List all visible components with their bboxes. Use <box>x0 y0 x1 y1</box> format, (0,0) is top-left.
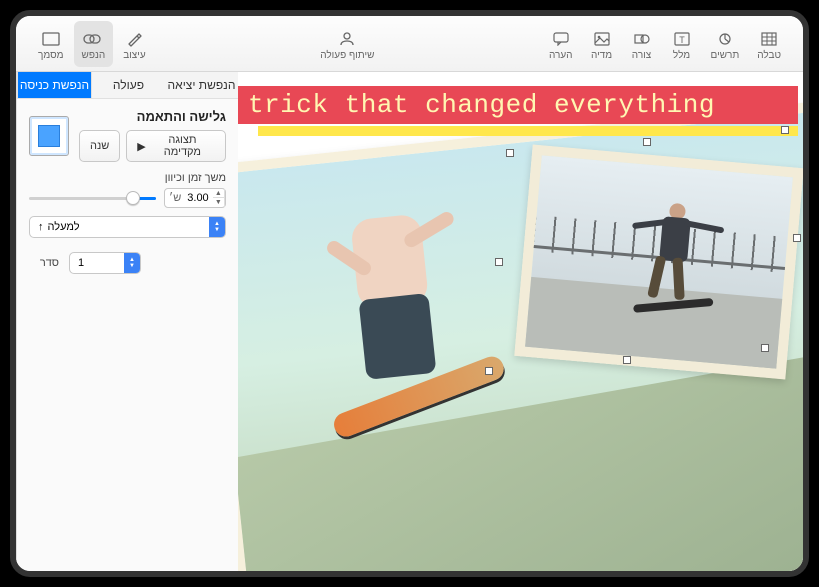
effect-preview-thumb[interactable] <box>29 116 69 156</box>
chevron-up-icon[interactable]: ▲ <box>213 189 224 198</box>
document-button[interactable]: מסמך <box>30 21 72 67</box>
duration-field[interactable]: ▲ ▼ 3.00 ש׳ <box>164 188 226 208</box>
duration-slider[interactable] <box>29 189 156 207</box>
skater-foreground <box>287 176 513 455</box>
select-arrows-icon: ▲▼ <box>209 217 225 237</box>
select-arrows-icon: ▲▼ <box>124 253 140 273</box>
selection-handle[interactable] <box>623 356 631 364</box>
arrow-up-icon: ↑ <box>38 221 44 233</box>
animate-icon <box>83 29 103 49</box>
slider-thumb[interactable] <box>126 191 140 205</box>
collaborate-icon <box>337 29 357 49</box>
order-select[interactable]: 1 ▲▼ <box>69 252 141 274</box>
inset-photo-selected[interactable] <box>514 145 803 380</box>
selection-handle[interactable] <box>761 344 769 352</box>
text-button[interactable]: T מלל <box>663 21 701 67</box>
media-button[interactable]: מדיה <box>583 21 621 67</box>
selection-handle[interactable] <box>643 138 651 146</box>
selection-handle[interactable] <box>781 126 789 134</box>
inspector-sidebar: הנפשת כניסה פעולה הנפשת יציאה גלישה והתא… <box>16 72 238 571</box>
effect-square-icon <box>38 125 60 147</box>
tab-build-out[interactable]: הנפשת יציאה <box>165 72 238 98</box>
media-icon <box>592 29 612 49</box>
table-button[interactable]: טבלה <box>749 21 789 67</box>
shape-icon <box>632 29 652 49</box>
comment-icon <box>551 29 571 49</box>
preview-button[interactable]: תצוגה מקדימה ▶ <box>126 130 226 162</box>
tab-build-in[interactable]: הנפשת כניסה <box>17 72 91 98</box>
selection-handle[interactable] <box>495 258 503 266</box>
skater-inset <box>617 199 728 337</box>
selection-handle[interactable] <box>506 149 514 157</box>
play-icon: ▶ <box>137 140 145 153</box>
selection-handle[interactable] <box>793 234 801 242</box>
collaborate-button[interactable]: שיתוף פעולה <box>312 21 382 67</box>
table-icon <box>759 29 779 49</box>
slide-title-block[interactable]: trick that changed everything <box>238 86 798 136</box>
svg-text:T: T <box>679 35 685 45</box>
insert-group: הערה מדיה צורה T מלל תרשים טבלה <box>541 21 789 67</box>
selection-handle[interactable] <box>485 367 493 375</box>
slide-title-underline <box>258 126 798 136</box>
chart-button[interactable]: תרשים <box>703 21 748 67</box>
animate-button[interactable]: הנפש <box>74 21 114 67</box>
order-label: סדר <box>29 257 59 269</box>
duration-stepper[interactable]: ▲ ▼ <box>213 189 225 207</box>
animation-tabs: הנפשת כניסה פעולה הנפשת יציאה <box>17 72 238 99</box>
change-effect-button[interactable]: שנה <box>79 130 120 162</box>
slide-title-text: trick that changed everything <box>238 86 798 124</box>
direction-select[interactable]: ↑ למעלה ▲▼ <box>29 216 226 238</box>
shape-button[interactable]: צורה <box>623 21 661 67</box>
slide-canvas[interactable]: trick that changed everything <box>238 72 803 571</box>
format-button[interactable]: עיצוב <box>115 21 153 67</box>
tab-action[interactable]: פעולה <box>91 72 165 98</box>
inspector-toggle-group: מסמך הנפש עיצוב <box>30 21 154 67</box>
document-icon <box>41 29 61 49</box>
comment-button[interactable]: הערה <box>541 21 581 67</box>
chart-icon <box>715 29 735 49</box>
text-icon: T <box>672 29 692 49</box>
effect-name-label: גלישה והתאמה <box>137 109 226 124</box>
duration-direction-label: משך זמן וכיוון <box>29 172 226 184</box>
main-toolbar: מסמך הנפש עיצוב שיתוף פעולה הערה <box>16 16 803 72</box>
app-window: מסמך הנפש עיצוב שיתוף פעולה הערה <box>10 10 809 577</box>
chevron-down-icon[interactable]: ▼ <box>213 198 224 207</box>
paintbrush-icon <box>124 29 144 49</box>
